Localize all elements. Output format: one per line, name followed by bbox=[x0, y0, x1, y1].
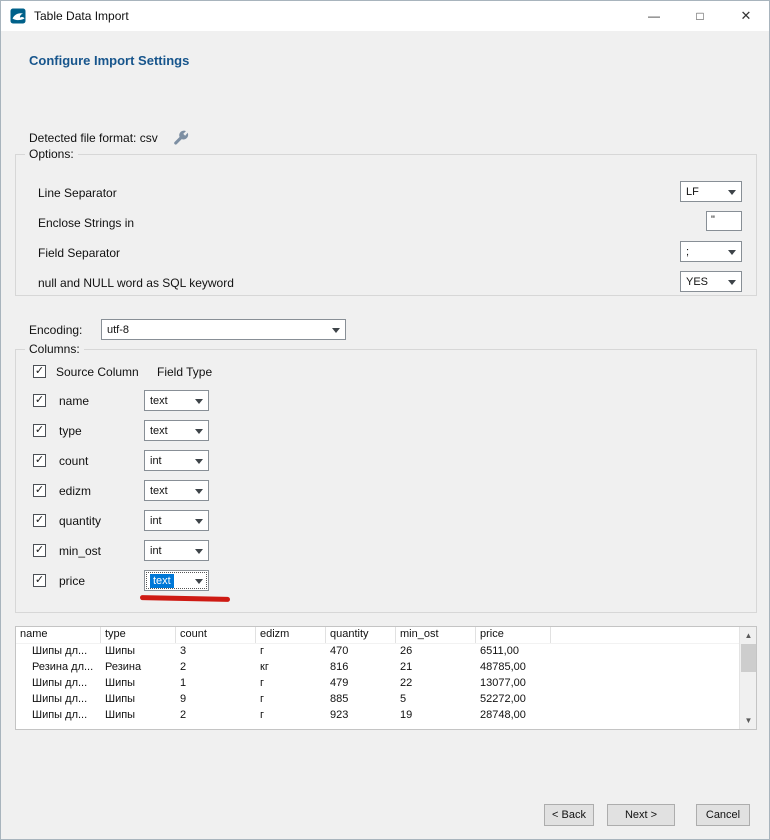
table-row[interactable]: Резина дл... Резина 2 кг 816 21 48785,00 bbox=[16, 660, 756, 676]
window-title: Table Data Import bbox=[34, 9, 129, 23]
field-type-select-type[interactable]: text bbox=[144, 420, 209, 441]
column-name-edizm: edizm bbox=[59, 484, 91, 498]
detected-format-label: Detected file format: csv bbox=[29, 131, 158, 145]
line-separator-label: Line Separator bbox=[38, 186, 117, 200]
source-column-header: Source Column bbox=[56, 365, 139, 379]
column-name-min-ost: min_ost bbox=[59, 544, 101, 558]
preview-header-price[interactable]: price bbox=[476, 627, 551, 643]
titlebar: Table Data Import — □ ✕ bbox=[1, 1, 769, 31]
page-title: Configure Import Settings bbox=[29, 53, 189, 68]
column-checkbox-price[interactable]: ✓ bbox=[33, 574, 46, 587]
null-keyword-label: null and NULL word as SQL keyword bbox=[38, 276, 234, 290]
field-type-header: Field Type bbox=[157, 365, 212, 379]
vertical-scrollbar[interactable]: ▲ ▼ bbox=[739, 627, 756, 729]
column-name-type: type bbox=[59, 424, 82, 438]
preview-header-min-ost[interactable]: min_ost bbox=[396, 627, 476, 643]
line-separator-select[interactable]: LF bbox=[680, 181, 742, 202]
maximize-button[interactable]: □ bbox=[677, 1, 723, 31]
next-button[interactable]: Next > bbox=[607, 804, 675, 826]
columns-group: Columns: ✓ Source Column Field Type ✓ na… bbox=[15, 349, 757, 613]
enclose-strings-label: Enclose Strings in bbox=[38, 216, 134, 230]
chevron-down-icon bbox=[728, 280, 736, 285]
chevron-down-icon bbox=[195, 429, 203, 434]
chevron-down-icon bbox=[195, 459, 203, 464]
field-type-select-price[interactable]: text bbox=[144, 570, 209, 591]
column-checkbox-quantity[interactable]: ✓ bbox=[33, 514, 46, 527]
chevron-down-icon bbox=[195, 519, 203, 524]
column-checkbox-min-ost[interactable]: ✓ bbox=[33, 544, 46, 557]
column-name-name: name bbox=[59, 394, 89, 408]
preview-header-row: name type count edizm quantity min_ost p… bbox=[16, 627, 756, 644]
caption-buttons: — □ ✕ bbox=[631, 1, 769, 31]
enclose-strings-input[interactable]: " bbox=[706, 211, 742, 231]
column-checkbox-count[interactable]: ✓ bbox=[33, 454, 46, 467]
wrench-icon[interactable] bbox=[172, 129, 190, 147]
field-type-select-count[interactable]: int bbox=[144, 450, 209, 471]
options-group-label: Options: bbox=[25, 147, 78, 161]
preview-header-type[interactable]: type bbox=[101, 627, 176, 643]
field-type-select-min-ost[interactable]: int bbox=[144, 540, 209, 561]
app-icon bbox=[10, 8, 26, 24]
scroll-up-icon[interactable]: ▲ bbox=[740, 627, 757, 644]
scroll-down-icon[interactable]: ▼ bbox=[740, 712, 757, 729]
annotation-underline bbox=[140, 595, 230, 602]
encoding-label: Encoding: bbox=[29, 323, 82, 337]
column-checkbox-edizm[interactable]: ✓ bbox=[33, 484, 46, 497]
columns-group-label: Columns: bbox=[25, 342, 84, 356]
table-row[interactable]: Шипы дл... Шипы 3 г 470 26 6511,00 bbox=[16, 644, 756, 660]
options-group: Options: Line Separator LF Enclose Strin… bbox=[15, 154, 757, 296]
column-checkbox-name[interactable]: ✓ bbox=[33, 394, 46, 407]
field-type-select-name[interactable]: text bbox=[144, 390, 209, 411]
table-row[interactable]: Шипы дл... Шипы 1 г 479 22 13077,00 bbox=[16, 676, 756, 692]
preview-table: name type count edizm quantity min_ost p… bbox=[15, 626, 757, 730]
preview-header-filler bbox=[551, 627, 756, 643]
field-separator-label: Field Separator bbox=[38, 246, 120, 260]
null-keyword-select[interactable]: YES bbox=[680, 271, 742, 292]
detected-format-row: Detected file format: csv bbox=[29, 129, 190, 147]
chevron-down-icon bbox=[195, 399, 203, 404]
table-row[interactable]: Шипы дл... Шипы 2 г 923 19 28748,00 bbox=[16, 708, 756, 724]
field-type-select-edizm[interactable]: text bbox=[144, 480, 209, 501]
close-button[interactable]: ✕ bbox=[723, 1, 769, 31]
column-name-quantity: quantity bbox=[59, 514, 101, 528]
column-name-count: count bbox=[59, 454, 88, 468]
preview-header-count[interactable]: count bbox=[176, 627, 256, 643]
field-separator-select[interactable]: ; bbox=[680, 241, 742, 262]
preview-header-edizm[interactable]: edizm bbox=[256, 627, 326, 643]
chevron-down-icon bbox=[332, 328, 340, 333]
chevron-down-icon bbox=[728, 190, 736, 195]
encoding-select[interactable]: utf-8 bbox=[101, 319, 346, 340]
cancel-button[interactable]: Cancel bbox=[696, 804, 750, 826]
minimize-button[interactable]: — bbox=[631, 1, 677, 31]
preview-header-name[interactable]: name bbox=[16, 627, 101, 643]
select-all-checkbox[interactable]: ✓ bbox=[33, 365, 46, 378]
field-type-select-quantity[interactable]: int bbox=[144, 510, 209, 531]
table-data-import-window: Table Data Import — □ ✕ Configure Import… bbox=[0, 0, 770, 840]
back-button[interactable]: < Back bbox=[544, 804, 594, 826]
column-checkbox-type[interactable]: ✓ bbox=[33, 424, 46, 437]
table-row[interactable]: Шипы дл... Шипы 9 г 885 5 52272,00 bbox=[16, 692, 756, 708]
chevron-down-icon bbox=[728, 250, 736, 255]
scrollbar-thumb[interactable] bbox=[741, 644, 756, 672]
column-name-price: price bbox=[59, 574, 85, 588]
preview-header-quantity[interactable]: quantity bbox=[326, 627, 396, 643]
chevron-down-icon bbox=[195, 579, 203, 584]
chevron-down-icon bbox=[195, 489, 203, 494]
chevron-down-icon bbox=[195, 549, 203, 554]
